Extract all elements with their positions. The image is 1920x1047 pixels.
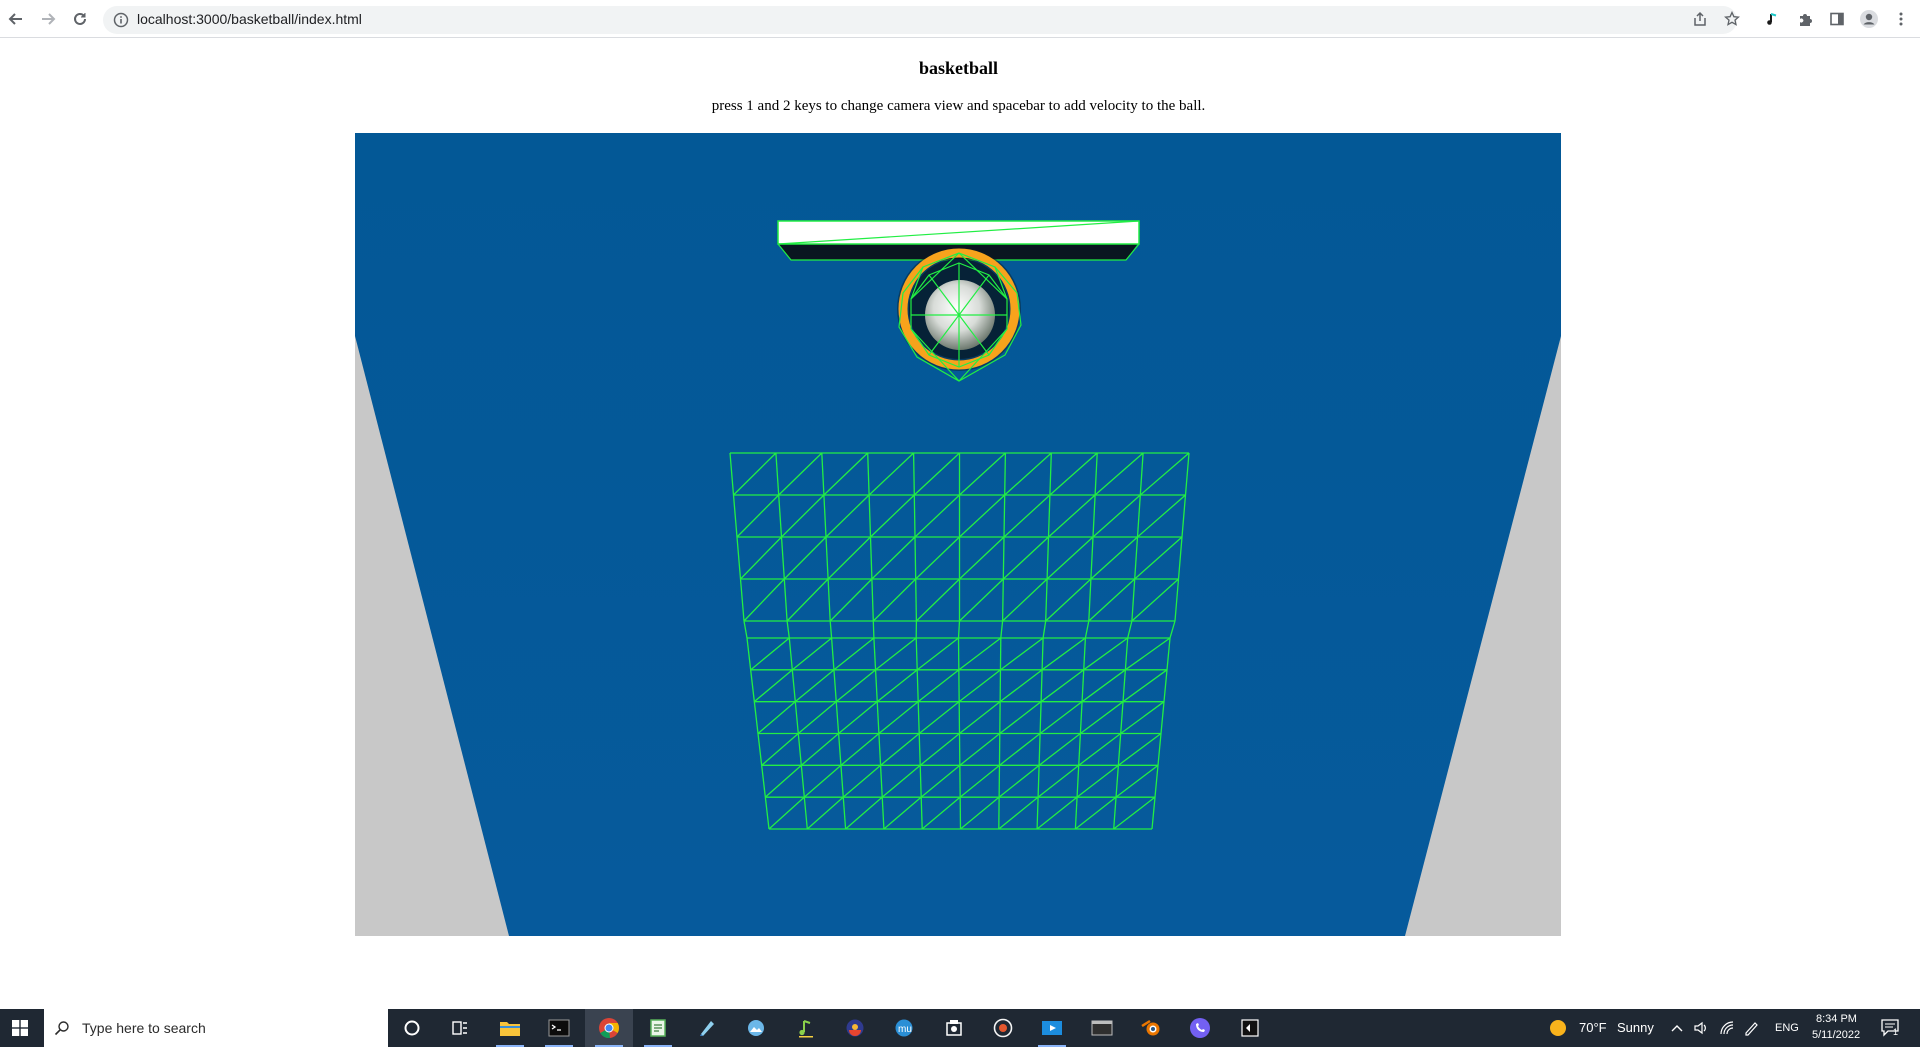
clock-date[interactable]: 5/11/2022 xyxy=(1812,1029,1860,1041)
game-canvas[interactable] xyxy=(355,133,1561,936)
sun-weather-icon xyxy=(1550,1020,1566,1036)
forward-arrow-icon xyxy=(42,13,56,25)
search-placeholder: Type here to search xyxy=(82,1020,206,1036)
windows-taskbar: Type here to search mu 70°F Sunny ENG 8:… xyxy=(0,1009,1920,1047)
reload-icon xyxy=(74,12,86,25)
notification-center-button[interactable]: 1 xyxy=(1880,1017,1902,1039)
blue-app-icon xyxy=(846,1019,864,1037)
music-app-button[interactable] xyxy=(782,1009,830,1047)
extension-button[interactable] xyxy=(1761,7,1785,31)
language-indicator[interactable]: ENG xyxy=(1775,1022,1799,1034)
camera-app-button[interactable] xyxy=(930,1009,978,1047)
cortana-button[interactable] xyxy=(388,1009,436,1047)
blender-icon xyxy=(1141,1019,1160,1036)
chevron-up-icon[interactable] xyxy=(1671,1023,1683,1033)
star-icon xyxy=(1724,11,1740,26)
mu-app-icon: mu xyxy=(895,1019,913,1037)
paint-button[interactable] xyxy=(683,1009,731,1047)
file-explorer-icon xyxy=(500,1022,520,1036)
blue-app-button[interactable] xyxy=(831,1009,879,1047)
back-arrow-icon xyxy=(8,13,22,25)
url-text: localhost:3000/basketball/index.html xyxy=(137,11,362,27)
visual-studio-button[interactable] xyxy=(1226,1009,1274,1047)
terminal-icon xyxy=(548,1019,570,1037)
browser-toolbar: localhost:3000/basketball/index.html xyxy=(0,0,1920,38)
visual-studio-icon xyxy=(1241,1019,1259,1037)
notepad-icon xyxy=(650,1019,666,1037)
address-bar[interactable]: localhost:3000/basketball/index.html xyxy=(103,6,1737,34)
cortana-icon xyxy=(404,1020,420,1036)
reload-button[interactable] xyxy=(68,7,92,31)
share-icon xyxy=(1694,11,1706,26)
avatar-icon xyxy=(1860,10,1878,28)
video-app-icon xyxy=(1042,1021,1062,1035)
page-title: basketball xyxy=(918,58,999,78)
chrome-button[interactable] xyxy=(585,1009,633,1047)
scene-svg xyxy=(355,133,1561,936)
media-player-icon xyxy=(993,1018,1013,1038)
back-button[interactable] xyxy=(4,7,28,31)
media-player-button[interactable] xyxy=(979,1009,1027,1047)
music-extension-icon xyxy=(1767,13,1777,25)
viber-button[interactable] xyxy=(1176,1009,1224,1047)
chrome-icon xyxy=(599,1018,620,1039)
puzzle-icon xyxy=(1800,14,1812,26)
extensions-menu-button[interactable] xyxy=(1793,7,1817,31)
profile-button[interactable] xyxy=(1857,7,1881,31)
page-instructions: press 1 and 2 keys to change camera view… xyxy=(711,98,1206,114)
notification-icon xyxy=(1881,1019,1899,1037)
forward-button[interactable] xyxy=(36,7,60,31)
bookmark-button[interactable] xyxy=(1720,7,1744,31)
kebab-menu-icon xyxy=(1899,12,1903,26)
windows-logo-icon xyxy=(12,1020,28,1036)
browser-menu-button[interactable] xyxy=(1889,7,1913,31)
video-app-button[interactable] xyxy=(1028,1009,1076,1047)
notepad-button[interactable] xyxy=(634,1009,682,1047)
svg-text:mu: mu xyxy=(898,1024,912,1035)
info-icon[interactable] xyxy=(113,12,129,28)
photos-icon xyxy=(748,1020,764,1036)
side-panel-icon xyxy=(1830,12,1844,26)
paint-icon xyxy=(700,1021,714,1036)
mu-app-button[interactable]: mu xyxy=(880,1009,928,1047)
terminal-button[interactable] xyxy=(535,1009,583,1047)
photos-button[interactable] xyxy=(732,1009,780,1047)
blender-button[interactable] xyxy=(1127,1009,1175,1047)
task-view-button[interactable] xyxy=(436,1009,484,1047)
music-app-icon xyxy=(799,1020,813,1038)
task-view-icon xyxy=(452,1021,467,1035)
net-wire xyxy=(872,620,875,639)
wifi-icon[interactable] xyxy=(1719,1020,1735,1036)
search-icon xyxy=(54,1021,69,1036)
weather-temperature[interactable]: 70°F xyxy=(1579,1020,1607,1035)
start-button[interactable] xyxy=(0,1009,40,1047)
camera-app-icon xyxy=(946,1020,962,1036)
side-panel-button[interactable] xyxy=(1825,7,1849,31)
file-explorer-button[interactable] xyxy=(486,1009,534,1047)
weather-condition[interactable]: Sunny xyxy=(1617,1020,1654,1035)
pen-icon[interactable] xyxy=(1743,1020,1759,1036)
clock-time[interactable]: 8:34 PM xyxy=(1816,1013,1857,1025)
console-button[interactable] xyxy=(1078,1009,1126,1047)
volume-icon[interactable] xyxy=(1693,1020,1709,1036)
share-button[interactable] xyxy=(1688,7,1712,31)
taskbar-search[interactable]: Type here to search xyxy=(44,1009,388,1047)
console-icon xyxy=(1091,1020,1113,1036)
viber-icon xyxy=(1190,1018,1210,1038)
notification-count: 1 xyxy=(1893,1027,1899,1037)
